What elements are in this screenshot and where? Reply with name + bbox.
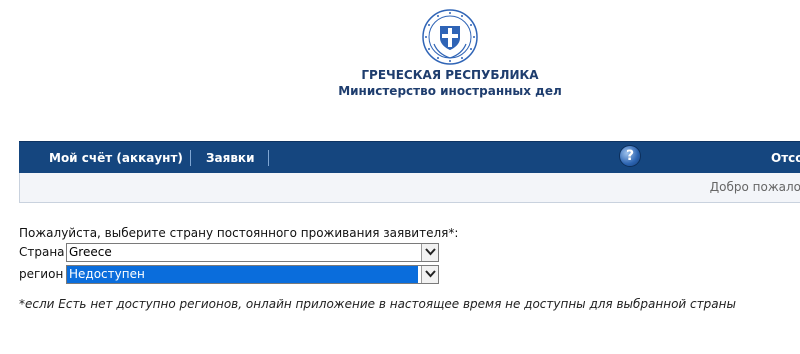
help-icon[interactable]: ? — [620, 146, 640, 166]
nav-item-my-account[interactable]: Мой счёт (аккаунт) — [49, 142, 183, 174]
chevron-down-icon[interactable] — [421, 244, 438, 261]
page-title: ГРЕЧЕСКАЯ РЕСПУБЛИКА — [361, 68, 539, 82]
region-label: регион — [19, 267, 64, 281]
region-select-value: Недоступен — [69, 267, 145, 281]
welcome-bar: Добро пожало — [19, 173, 800, 203]
country-select-value: Greece — [69, 245, 112, 259]
chevron-down-icon[interactable] — [421, 266, 438, 283]
country-prompt: Пожалуйста, выберите страну постоянного … — [19, 226, 459, 240]
region-note: *если Есть нет доступно регионов, онлайн… — [19, 297, 736, 311]
page-subtitle: Министерство иностранных дел — [338, 84, 562, 98]
nav-separator — [268, 150, 269, 166]
greek-state-emblem-icon — [421, 8, 479, 66]
country-label: Страна — [19, 245, 65, 259]
welcome-text: Добро пожало — [709, 180, 800, 194]
main-navbar: Мой счёт (аккаунт) Заявки ? Отсо — [19, 141, 800, 174]
country-select[interactable]: Greece — [66, 243, 439, 262]
nav-item-logout[interactable]: Отсо — [771, 142, 800, 174]
region-select[interactable]: Недоступен — [66, 265, 439, 284]
nav-item-applications[interactable]: Заявки — [206, 142, 254, 174]
nav-separator — [190, 150, 191, 166]
